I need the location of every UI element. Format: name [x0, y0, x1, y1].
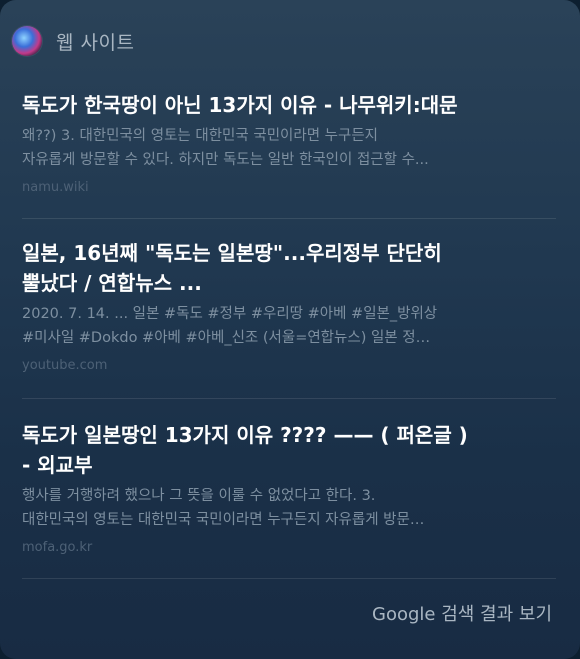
section-title: 웹 사이트 [56, 31, 135, 54]
siri-icon [12, 26, 42, 56]
result-snippet: 행사를 거행하려 했으나 그 뜻을 이룰 수 없었다고 한다. 3. 대한민국의… [22, 484, 556, 532]
result-title[interactable]: 독도가 일본땅인 13가지 이유 ???? —— ( 퍼온글 ) - 외교부 [22, 420, 556, 480]
title-line: 독도가 일본땅인 13가지 이유 ???? —— ( 퍼온글 ) [22, 423, 468, 447]
snippet-line: #미사일 #Dokdo #아베 #아베_신조 (서울=연합뉴스) 일본 정… [22, 330, 431, 346]
search-result-2[interactable]: 일본, 16년째 "독도는 일본땅"...우리정부 단단히 뿔났다 / 연합뉴스… [22, 238, 556, 376]
result-snippet: 왜??) 3. 대한민국의 영토는 대한민국 국민이라면 누구든지 자유롭게 방… [22, 124, 556, 172]
title-line: 일본, 16년째 "독도는 일본땅"...우리정부 단단히 [22, 241, 442, 265]
result-title[interactable]: 일본, 16년째 "독도는 일본땅"...우리정부 단단히 뿔났다 / 연합뉴스… [22, 238, 556, 298]
result-source: mofa.go.kr [22, 540, 93, 555]
snippet-line: 행사를 거행하려 했으나 그 뜻을 이룰 수 없었다고 한다. 3. [22, 488, 376, 504]
divider [22, 578, 556, 579]
siri-web-results-panel: 웹 사이트 독도가 한국땅이 아닌 13가지 이유 - 나무위키:대문 왜??)… [0, 0, 580, 659]
snippet-line: 왜??) 3. 대한민국의 영토는 대한민국 국민이라면 누구든지 [22, 128, 379, 144]
title-line: - 외교부 [22, 453, 93, 477]
result-source: namu.wiki [22, 180, 89, 195]
snippet-line: 자유롭게 방문할 수 있다. 하지만 독도는 일반 한국인이 접근할 수... [22, 152, 429, 168]
snippet-line: 대한민국의 영토는 대한민국 국민이라면 누구든지 자유롭게 방문… [22, 512, 425, 528]
search-result-1[interactable]: 독도가 한국땅이 아닌 13가지 이유 - 나무위키:대문 왜??) 3. 대한… [22, 90, 556, 198]
result-title[interactable]: 독도가 한국땅이 아닌 13가지 이유 - 나무위키:대문 [22, 90, 556, 120]
result-source: youtube.com [22, 358, 108, 373]
divider [22, 398, 556, 399]
snippet-line: 2020. 7. 14. ... 일본 #독도 #정부 #우리땅 #아베 #일본… [22, 306, 438, 322]
google-search-results-link[interactable]: Google 검색 결과 보기 [372, 600, 552, 626]
section-header: 웹 사이트 [12, 24, 134, 58]
result-snippet: 2020. 7. 14. ... 일본 #독도 #정부 #우리땅 #아베 #일본… [22, 302, 556, 350]
title-line: 뿔났다 / 연합뉴스 ... [22, 271, 202, 295]
divider [22, 218, 556, 219]
search-result-3[interactable]: 독도가 일본땅인 13가지 이유 ???? —— ( 퍼온글 ) - 외교부 행… [22, 420, 556, 558]
